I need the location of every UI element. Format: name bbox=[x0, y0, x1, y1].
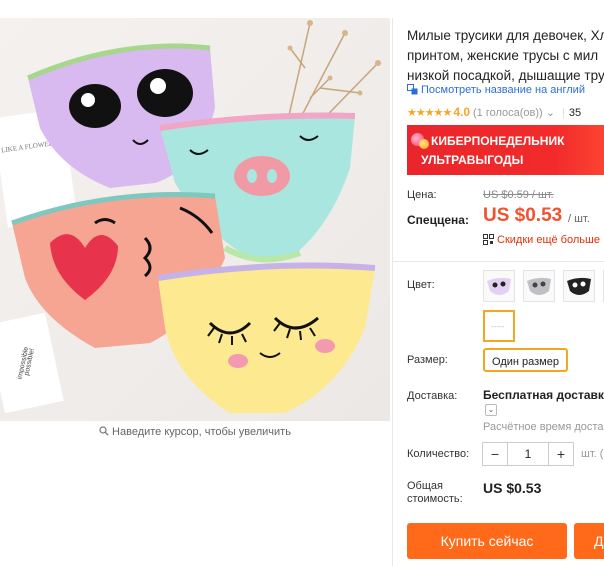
divider bbox=[393, 261, 604, 262]
quantity-available: шт. (2 bbox=[581, 448, 604, 460]
translate-title-link[interactable]: Посмотреть название на англий bbox=[407, 84, 585, 96]
placeholder-mark: ----- bbox=[491, 322, 505, 331]
size-label: Размер: bbox=[407, 354, 448, 366]
product-info-panel: Милые трусики для девочек, Хл принтом, ж… bbox=[392, 18, 604, 566]
color-swatch-purple[interactable] bbox=[483, 270, 515, 302]
size-option-one-size[interactable]: Один размер bbox=[483, 348, 568, 372]
product-main-image[interactable]: LIKE A FLOWER impossible possible! bbox=[0, 18, 390, 421]
color-swatch-grey[interactable] bbox=[523, 270, 555, 302]
more-discounts-text: Скидки ещё больше bbox=[497, 234, 600, 246]
shipping-time: Расчётное время достав bbox=[483, 421, 604, 433]
chevron-down-icon[interactable]: ⌄ bbox=[485, 404, 497, 416]
total-label-line: стоимость: bbox=[407, 493, 463, 505]
rating-row[interactable]: ★★★★★ 4.0 (1 голоса(ов)) ⌄ | 35 bbox=[407, 105, 581, 119]
product-title-line: низкой посадкой, дышащие тру bbox=[407, 68, 604, 83]
panties-sleepy bbox=[157, 262, 376, 413]
rating-votes: (1 голоса(ов)) bbox=[473, 107, 543, 119]
increase-quantity-button[interactable]: + bbox=[548, 443, 573, 465]
translate-icon bbox=[407, 84, 418, 95]
total-price: US $0.53 bbox=[483, 480, 542, 496]
shipping-label: Доставка: bbox=[407, 390, 458, 402]
chevron-down-icon: ⌄ bbox=[545, 107, 555, 119]
product-title-line: Милые трусики для девочек, Хл bbox=[407, 28, 604, 43]
special-price-label: Спеццена: bbox=[407, 213, 469, 227]
product-title-line: принтом, женские трусы с мил bbox=[407, 48, 599, 63]
product-photo: LIKE A FLOWER impossible possible! bbox=[0, 20, 381, 414]
quantity-input[interactable]: 1 bbox=[507, 443, 549, 465]
color-swatch-black[interactable] bbox=[563, 270, 595, 302]
zoom-hint: Наведите курсор, чтобы увеличить bbox=[0, 426, 390, 438]
magnifier-icon bbox=[99, 426, 109, 436]
translate-link-text: Посмотреть название на англий bbox=[421, 84, 585, 96]
add-to-cart-button[interactable]: Д bbox=[574, 523, 604, 559]
total-label: Общая стоимость: bbox=[407, 480, 463, 506]
balloon-icon bbox=[419, 139, 429, 149]
zoom-hint-text: Наведите курсор, чтобы увеличить bbox=[112, 426, 291, 438]
price-label: Цена: bbox=[407, 189, 437, 201]
decrease-quantity-button[interactable]: − bbox=[483, 443, 508, 465]
buy-now-button[interactable]: Купить сейчас bbox=[407, 523, 567, 559]
quantity-label: Количество: bbox=[407, 448, 470, 460]
price-unit: / шт. bbox=[568, 213, 590, 225]
product-title: Милые трусики для девочек, Хл принтом, ж… bbox=[407, 26, 604, 86]
quantity-stepper: − 1 + bbox=[482, 442, 574, 466]
color-swatch-selected[interactable]: ----- bbox=[483, 310, 515, 342]
total-label-line: Общая bbox=[407, 480, 443, 492]
old-price: US $0.59 / шт. bbox=[483, 189, 554, 201]
rating-value: 4.0 bbox=[453, 105, 470, 119]
qr-code-icon bbox=[483, 234, 494, 245]
orders-count: 35 bbox=[568, 107, 582, 119]
promo-line-2: УЛЬТРАВЫГОДЫ bbox=[421, 153, 524, 167]
shipping-method[interactable]: Бесплатная доставка в bbox=[483, 388, 604, 402]
more-discounts-link[interactable]: Скидки ещё больше bbox=[483, 234, 600, 246]
promo-line-1: КИБЕРПОНЕДЕЛЬНИК bbox=[431, 134, 565, 148]
rating-stars-icon: ★★★★★ bbox=[407, 107, 452, 119]
color-label: Цвет: bbox=[407, 279, 435, 291]
promo-banner[interactable]: КИБЕРПОНЕДЕЛЬНИК УЛЬТРАВЫГОДЫ bbox=[407, 125, 604, 175]
current-price: US $0.53 bbox=[483, 205, 563, 226]
divider: | bbox=[562, 107, 565, 119]
